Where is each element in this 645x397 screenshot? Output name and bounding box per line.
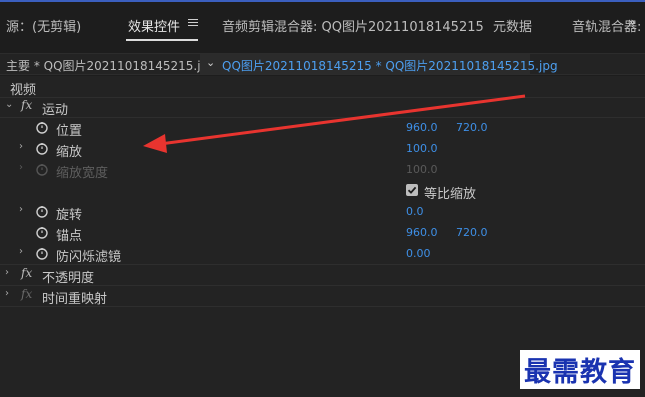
expand-chevron-icon[interactable]: › bbox=[5, 267, 9, 278]
position-y-value[interactable]: 720.0 bbox=[456, 121, 488, 134]
section-header-video: 视频 bbox=[0, 76, 645, 98]
master-clip-label[interactable]: 主要 * QQ图片20211018145215.jpg bbox=[6, 57, 216, 74]
watermark-logo: 最需教育 bbox=[520, 350, 640, 389]
scale-value[interactable]: 100.0 bbox=[406, 142, 438, 155]
sequence-clip-selector[interactable]: ⌄ QQ图片20211018145215 * QQ图片2021101814521… bbox=[200, 54, 558, 74]
uniform-scale-checkbox[interactable] bbox=[406, 184, 418, 196]
property-row-flicker[interactable]: › 防闪烁滤镜 0.00 bbox=[0, 243, 645, 265]
expand-chevron-icon[interactable]: ⌄ bbox=[5, 99, 13, 110]
property-label: 防闪烁滤镜 bbox=[56, 250, 122, 265]
active-tab-underline bbox=[126, 39, 198, 41]
property-row-rotation[interactable]: › 旋转 0.0 bbox=[0, 201, 645, 223]
effect-name: 运动 bbox=[42, 103, 69, 118]
sequence-clip-name[interactable]: QQ图片20211018145215 * QQ图片20211018145215.… bbox=[222, 57, 558, 74]
clip-selector-bar: 主要 * QQ图片20211018145215.jpg ⌄ QQ图片202110… bbox=[0, 53, 645, 75]
flicker-value[interactable]: 0.00 bbox=[406, 247, 431, 260]
stopwatch-icon[interactable] bbox=[35, 225, 49, 239]
effect-name: 时间重映射 bbox=[42, 292, 108, 307]
tab-metadata[interactable]: 元数据 bbox=[493, 16, 532, 35]
property-row-scale-width: › 缩放宽度 100.0 bbox=[0, 159, 645, 181]
fx-toggle-icon: fx bbox=[21, 287, 33, 301]
chevron-down-icon[interactable]: ⌄ bbox=[206, 56, 215, 69]
stopwatch-icon[interactable] bbox=[35, 204, 49, 218]
expand-chevron-icon[interactable]: › bbox=[19, 204, 23, 215]
property-label: 旋转 bbox=[56, 208, 83, 223]
property-row-uniform-scale[interactable]: 等比缩放 bbox=[0, 180, 645, 202]
effect-row-opacity[interactable]: › fx 不透明度 bbox=[0, 264, 645, 286]
property-label: 缩放 bbox=[56, 145, 83, 160]
effect-row-time-remap[interactable]: › fx 时间重映射 bbox=[0, 285, 645, 307]
property-label: 位置 bbox=[56, 124, 83, 139]
property-row-position[interactable]: 位置 960.0 720.0 bbox=[0, 117, 645, 139]
expand-chevron-icon[interactable]: › bbox=[5, 288, 9, 299]
fx-toggle-icon[interactable]: fx bbox=[21, 98, 32, 112]
uniform-scale-label[interactable]: 等比缩放 bbox=[424, 183, 476, 202]
stopwatch-icon[interactable] bbox=[35, 141, 49, 155]
stopwatch-icon bbox=[36, 164, 48, 176]
property-row-anchor[interactable]: 锚点 960.0 720.0 bbox=[0, 222, 645, 244]
anchor-x-value[interactable]: 960.0 bbox=[406, 226, 438, 239]
stopwatch-icon[interactable] bbox=[35, 246, 49, 260]
property-label: 锚点 bbox=[56, 229, 83, 244]
expand-chevron-icon[interactable]: › bbox=[19, 141, 23, 152]
effect-controls-panel: 视频 ⌄ fx 运动 位置 960.0 720.0 › 缩放 100.0 › 缩… bbox=[0, 76, 645, 397]
effect-row-motion[interactable]: ⌄ fx 运动 bbox=[0, 96, 645, 118]
property-row-scale[interactable]: › 缩放 100.0 bbox=[0, 138, 645, 160]
tab-effect-controls[interactable]: 效果控件 bbox=[128, 16, 180, 35]
fx-toggle-icon[interactable]: fx bbox=[21, 266, 32, 280]
panel-menu-icon[interactable] bbox=[188, 17, 198, 27]
rotation-value[interactable]: 0.0 bbox=[406, 205, 424, 218]
checkmark-icon bbox=[407, 186, 417, 194]
property-label: 缩放宽度 bbox=[56, 166, 109, 181]
scale-width-value: 100.0 bbox=[406, 163, 438, 176]
anchor-y-value[interactable]: 720.0 bbox=[456, 226, 488, 239]
position-x-value[interactable]: 960.0 bbox=[406, 121, 438, 134]
expand-chevron-icon: › bbox=[19, 162, 23, 173]
panel-tab-bar: 源：(无剪辑) 效果控件 音频剪辑混合器: QQ图片20211018145215… bbox=[0, 2, 645, 46]
tab-source[interactable]: 源：(无剪辑) bbox=[6, 16, 81, 35]
effect-name: 不透明度 bbox=[42, 271, 95, 286]
expand-chevron-icon[interactable]: › bbox=[19, 246, 23, 257]
tab-overflow-icon[interactable]: » bbox=[628, 15, 635, 29]
stopwatch-icon[interactable] bbox=[35, 120, 49, 134]
tab-audio-clip-mixer[interactable]: 音频剪辑混合器: QQ图片20211018145215 bbox=[222, 16, 484, 35]
